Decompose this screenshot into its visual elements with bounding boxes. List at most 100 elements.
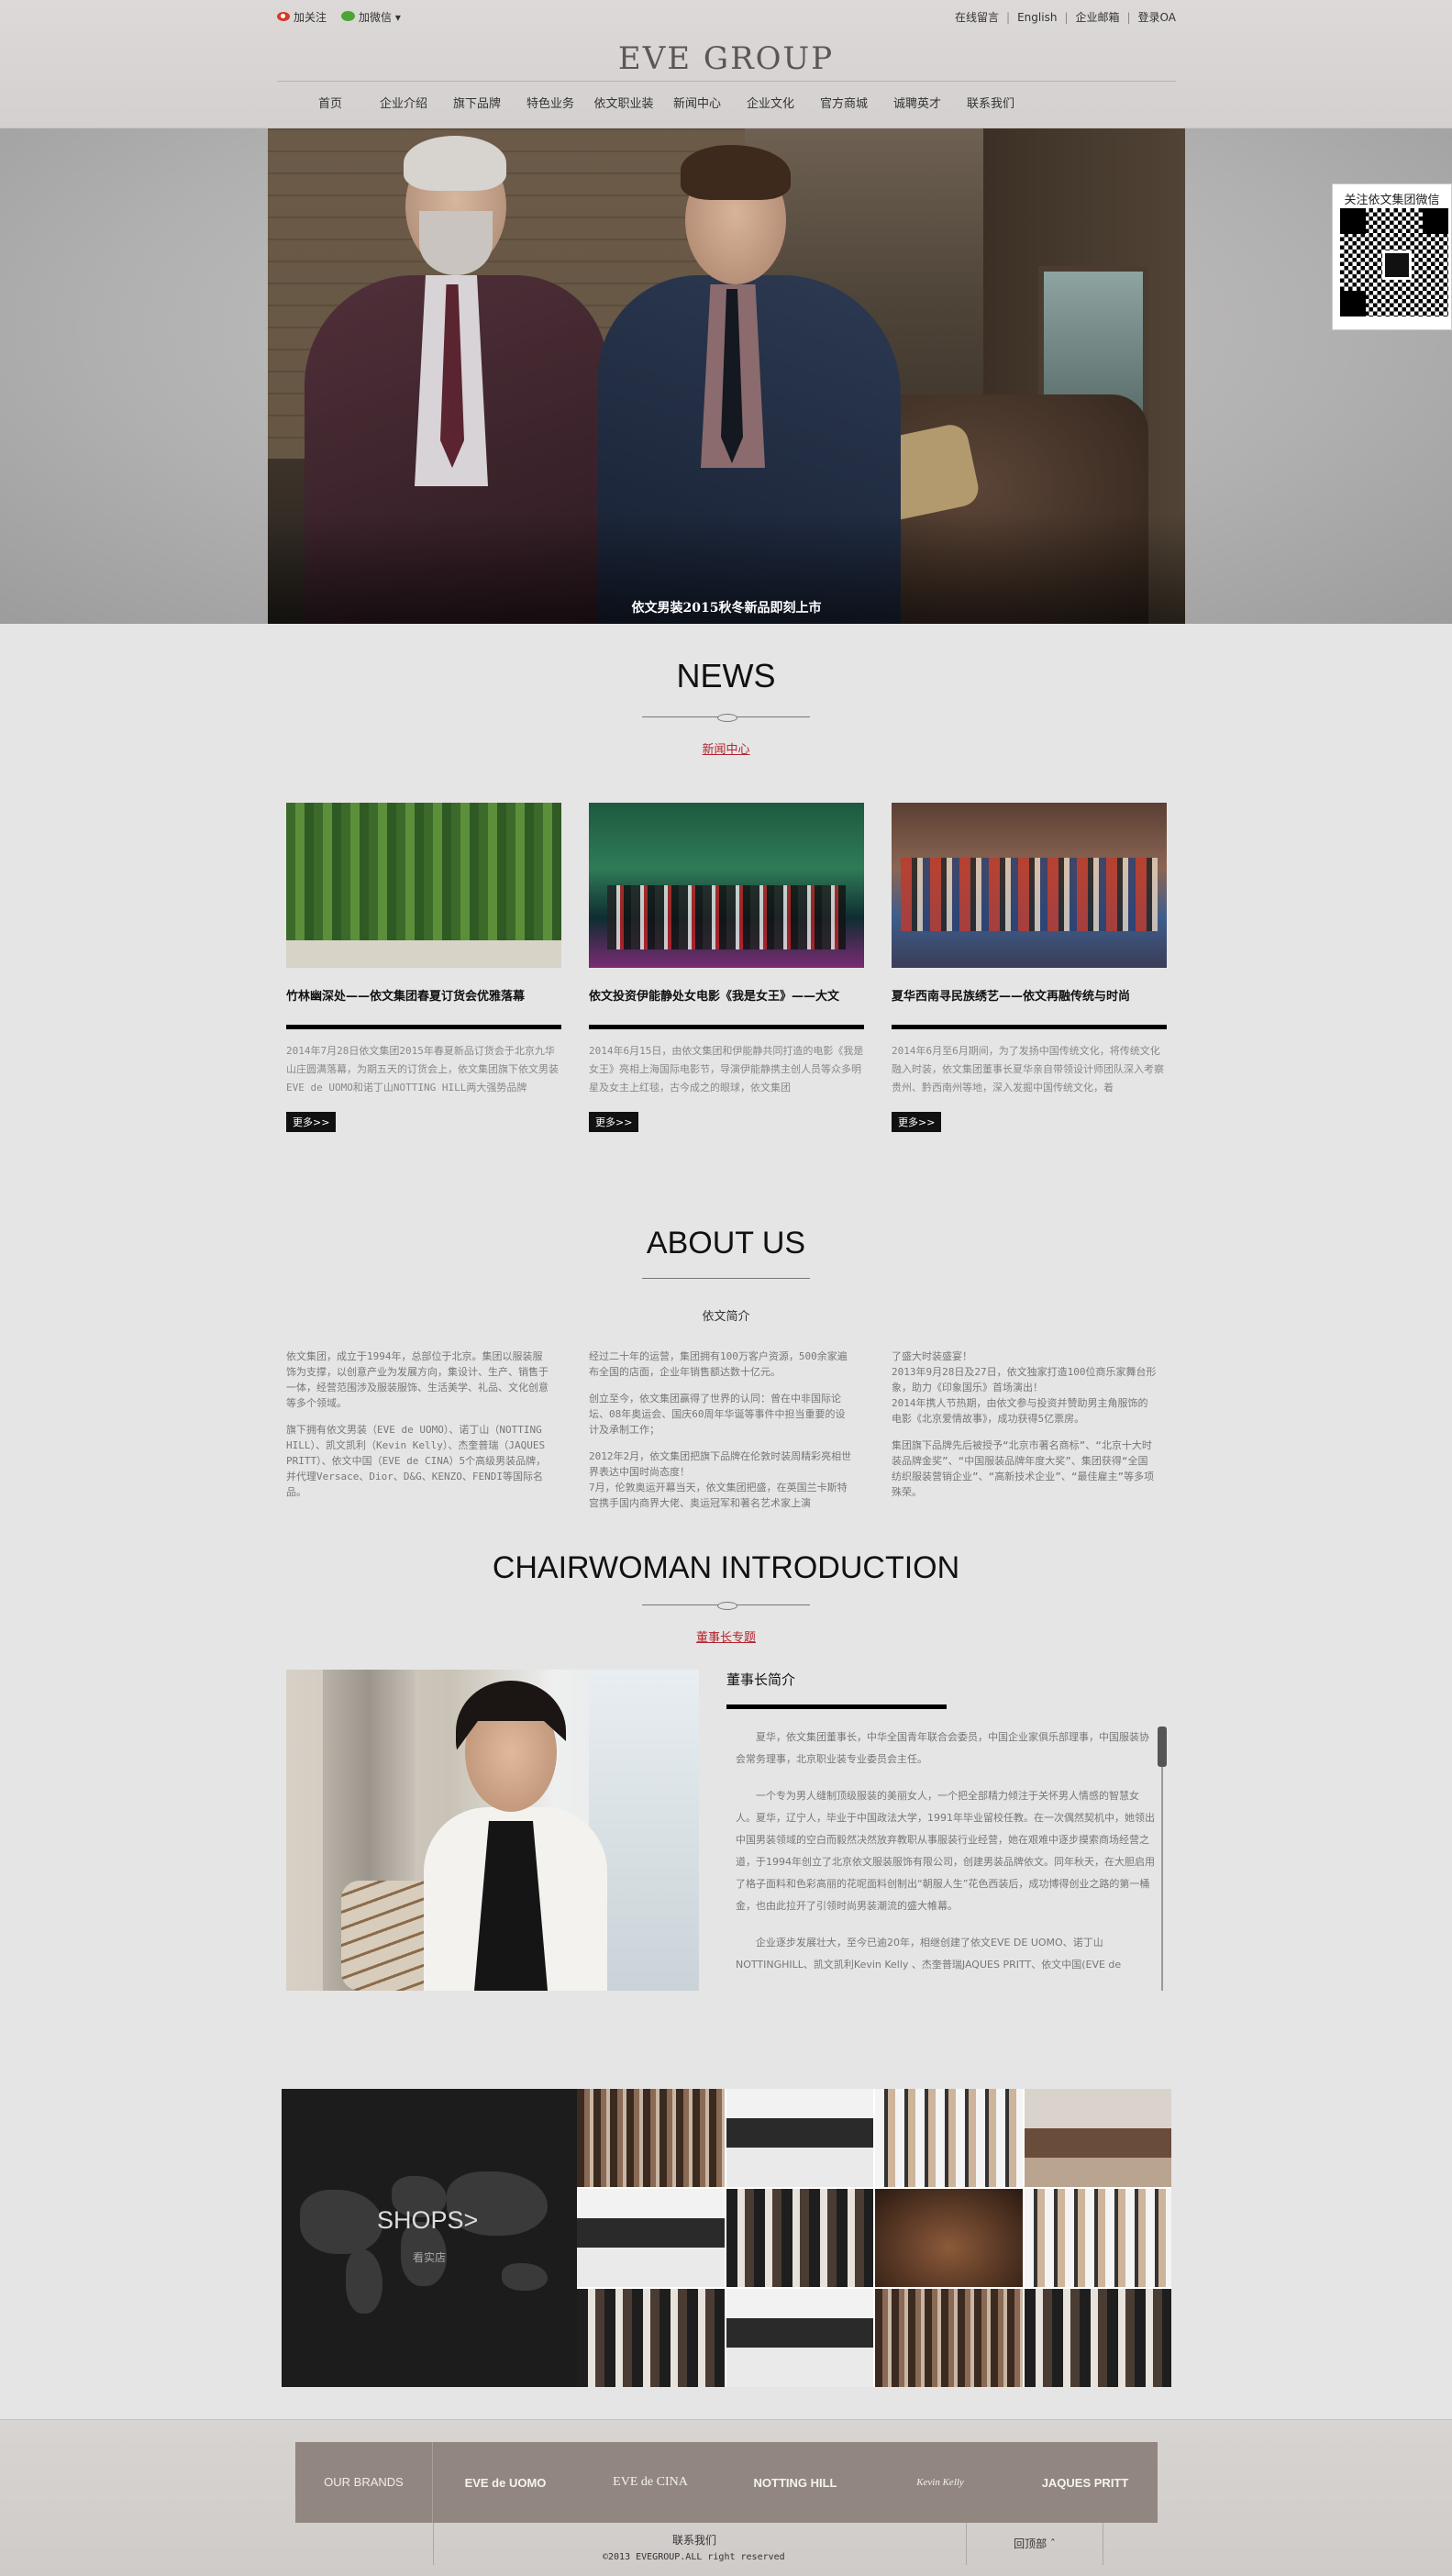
shops-title[interactable]: SHOPS> <box>377 2206 478 2235</box>
chairwoman-photo <box>286 1670 699 1991</box>
message-link[interactable]: 在线留言 <box>955 9 999 25</box>
weibo-follow-link[interactable]: 加关注 <box>277 9 327 25</box>
header-divider <box>277 81 1176 82</box>
brands-label: OUR BRANDS <box>295 2442 433 2523</box>
shop-photo[interactable] <box>577 2289 725 2387</box>
shops-subtitle: 看实店 <box>413 2251 447 2264</box>
scrollbar-thumb[interactable] <box>1158 1727 1167 1767</box>
nav-item-news[interactable]: 新闻中心 <box>660 88 734 116</box>
news-more-button[interactable]: 更多>> <box>286 1112 337 1132</box>
brand-eve-de-uomo-logo[interactable]: EVE de UOMO <box>433 2476 578 2490</box>
chairwoman-topic-link[interactable]: 董事长专题 <box>0 1627 1452 1645</box>
shop-photo[interactable] <box>875 2089 1023 2187</box>
ornament-divider <box>642 1602 810 1610</box>
news-more-button[interactable]: 更多>> <box>892 1112 942 1132</box>
chairwoman-heading: 董事长简介 <box>726 1671 796 1688</box>
shop-photo[interactable] <box>875 2189 1023 2287</box>
about-paragraph: 2014年携人节热期，由依文参与投资并赞助男主角服饰的电影《北京爱情故事》，成功… <box>892 1397 1148 1425</box>
news-center-link[interactable]: 新闻中心 <box>0 739 1452 757</box>
ornament-divider <box>642 714 810 722</box>
footer-links: 联系我们 ©2013 EVEGROUP.ALL right reserved 回… <box>433 2523 1158 2565</box>
news-title: NEWS <box>676 657 776 694</box>
news-excerpt: 2014年7月28日依文集团2015年春夏新品订货会于北京九华山庄圆满落幕，为期… <box>286 1045 559 1094</box>
nav-item-careers[interactable]: 诚聘英才 <box>881 88 954 116</box>
utility-links: 在线留言 | English | 企业邮箱 | 登录OA <box>955 9 1176 25</box>
nav-item-contact[interactable]: 联系我们 <box>954 88 1027 116</box>
nav-item-home[interactable]: 首页 <box>294 88 367 116</box>
news-divider <box>589 1025 864 1029</box>
bio-scrollbar[interactable] <box>1158 1727 1167 1991</box>
about-column: 经过二十年的运营，集团拥有100万客户资源，500余家遍布全国的店面，企业年销售… <box>589 1349 855 1512</box>
chevron-down-icon: ▾ <box>394 11 401 24</box>
back-to-top-button[interactable]: 回顶部 ˆ <box>966 2523 1103 2565</box>
top-bar: 加关注 加微信 ▾ 在线留言 | English | 企业邮箱 | 登录OA <box>277 7 1176 28</box>
news-title-link[interactable]: 依文投资伊能静处女电影《我是女王》——大文 <box>589 986 864 1014</box>
nav-item-culture[interactable]: 企业文化 <box>734 88 807 116</box>
hero-banner: 1 2 3 依文男装2015秋冬新品即刻上市 <box>0 128 1452 624</box>
shops-section: SHOPS> 看实店 <box>282 2089 1171 2387</box>
site-logo[interactable]: EVE GROUP <box>0 40 1452 77</box>
bio-paragraph: 夏华，依文集团董事长，中华全国青年联合会委员，中国企业家俱乐部理事，中国服装协会… <box>736 1731 1149 1765</box>
about-paragraph: 2013年9月28日及27日，依文独家打造100位商乐家舞台形象，助力《印象国乐… <box>892 1366 1157 1393</box>
banner-image[interactable]: 1 2 3 <box>268 128 1185 624</box>
nav-item-uniform[interactable]: 依文职业装 <box>587 88 660 116</box>
news-title-link[interactable]: 竹林幽深处——依文集团春夏订货会优雅落幕 <box>286 986 561 1014</box>
social-links: 加关注 加微信 ▾ <box>277 9 401 25</box>
brand-eve-de-cina-logo[interactable]: EVE de CINA <box>578 2475 723 2490</box>
about-paragraph: 依文集团，成立于1994年，总部位于北京。集团以服装服饰为支撑，以创意产业为发展… <box>286 1350 549 1409</box>
news-card: 依文投资伊能静处女电影《我是女王》——大文 2014年6月15日，由依文集团和伊… <box>589 803 864 1132</box>
shop-photo[interactable] <box>726 2089 873 2187</box>
main-nav: 首页 企业介绍 旗下品牌 特色业务 依文职业装 新闻中心 企业文化 官方商城 诚… <box>277 88 1176 116</box>
news-more-button[interactable]: 更多>> <box>589 1112 639 1132</box>
oa-login-link[interactable]: 登录OA <box>1138 9 1176 25</box>
news-divider <box>892 1025 1167 1029</box>
chairwoman-bio: 夏华，依文集团董事长，中华全国青年联合会委员，中国企业家俱乐部理事，中国服装协会… <box>726 1727 1158 1991</box>
about-column: 了盛大时装盛宴！ 2013年9月28日及27日，依文独家打造100位商乐家舞台形… <box>892 1349 1158 1512</box>
news-title-link[interactable]: 夏华西南寻民族绣艺——依文再融传统与时尚 <box>892 986 1167 1014</box>
wechat-qr-panel: 关注依文集团微信 <box>1332 183 1452 330</box>
about-paragraph: 集团旗下品牌先后被授予“北京市著名商标”、“北京十大时装品牌金奖”、“中国服装品… <box>892 1439 1155 1498</box>
bio-paragraph: 一个专为男人缝制顶级服装的美丽女人，一个把全部精力倾注于关怀男人情感的智慧女人。… <box>736 1790 1155 1912</box>
shop-photo[interactable] <box>1024 2089 1171 2187</box>
shop-photo[interactable] <box>875 2289 1023 2387</box>
news-image[interactable] <box>286 803 561 968</box>
brand-notting-hill-logo[interactable]: NOTTING HILL <box>723 2476 868 2490</box>
email-link[interactable]: 企业邮箱 <box>1075 9 1119 25</box>
english-link[interactable]: English <box>1017 11 1057 24</box>
news-divider <box>286 1025 561 1029</box>
qr-code-icon <box>1340 208 1448 316</box>
world-map-icon <box>300 2190 382 2254</box>
shop-photo[interactable] <box>1024 2189 1171 2287</box>
shop-photo[interactable] <box>577 2089 725 2187</box>
about-paragraph: 创立至今，依文集团赢得了世界的认同：曾在中非国际论坛、08年奥运会、国庆60周年… <box>589 1393 846 1436</box>
news-card: 竹林幽深处——依文集团春夏订货会优雅落幕 2014年7月28日依文集团2015年… <box>286 803 561 1132</box>
shop-photo[interactable] <box>726 2189 873 2287</box>
shops-link-panel[interactable]: SHOPS> 看实店 <box>282 2089 577 2387</box>
chairwoman-divider <box>726 1704 947 1709</box>
nav-item-about[interactable]: 企业介绍 <box>367 88 440 116</box>
nav-item-business[interactable]: 特色业务 <box>514 88 587 116</box>
news-excerpt: 2014年6月至6月期间，为了发扬中国传统文化，将传统文化融入时装，依文集团董事… <box>892 1045 1164 1094</box>
news-card: 夏华西南寻民族绣艺——依文再融传统与时尚 2014年6月至6月期间，为了发扬中国… <box>892 803 1167 1132</box>
brand-kevin-kelly-logo[interactable]: Kevin Kelly <box>868 2477 1013 2488</box>
wechat-icon <box>341 11 356 21</box>
news-image[interactable] <box>589 803 864 968</box>
site-header: 加关注 加微信 ▾ 在线留言 | English | 企业邮箱 | 登录OA EVE … <box>0 0 1452 128</box>
about-paragraph: 7月，伦敦奥运开幕当天，依文集团把盛，在英国兰卡斯特宫携手国内商界大佬、奥运冠军… <box>589 1482 848 1509</box>
about-subtitle: 依文简介 <box>702 1310 750 1324</box>
nav-item-store[interactable]: 官方商城 <box>807 88 881 116</box>
wechat-follow-link[interactable]: 加微信 ▾ <box>332 9 401 25</box>
chairwoman-title: CHAIRWOMAN INTRODUCTION <box>492 1550 960 1585</box>
bio-paragraph: 企业逐步发展壮大，至今已逾20年，相继创建了依文EVE DE UOMO、诺丁山N… <box>736 1937 1122 1971</box>
about-paragraph: 旗下拥有依文男装（EVE de UOMO）、诺丁山（NOTTING HILL）、… <box>286 1424 547 1498</box>
shops-gallery <box>577 2089 1171 2387</box>
shop-photo[interactable] <box>1024 2289 1171 2387</box>
brands-bar: OUR BRANDS EVE de UOMO EVE de CINA NOTTI… <box>295 2442 1158 2523</box>
about-column: 依文集团，成立于1994年，总部位于北京。集团以服装服饰为支撑，以创意产业为发展… <box>286 1349 552 1512</box>
news-image[interactable] <box>892 803 1167 968</box>
shop-photo[interactable] <box>726 2289 873 2387</box>
brand-jaques-pritt-logo[interactable]: JAQUES PRITT <box>1013 2476 1158 2490</box>
nav-item-brands[interactable]: 旗下品牌 <box>440 88 514 116</box>
contact-link[interactable]: 联系我们 <box>672 2532 716 2548</box>
shop-photo[interactable] <box>577 2189 725 2287</box>
